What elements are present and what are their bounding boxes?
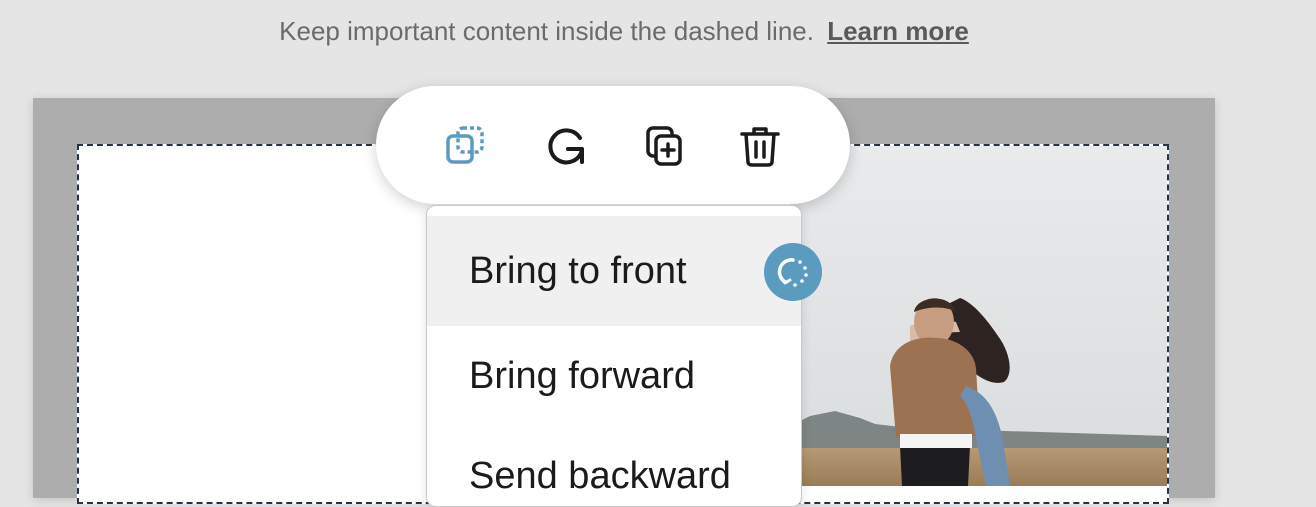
arrange-button[interactable] [436,116,496,176]
trash-icon [740,127,780,167]
rotate-button[interactable] [536,116,596,176]
loading-icon [777,258,808,287]
menu-item-send-backward[interactable]: Send backward [427,426,801,506]
menu-top-padding [427,206,801,216]
photo-element[interactable] [790,146,1167,486]
duplicate-button[interactable] [634,116,694,176]
menu-item-bring-to-front[interactable]: Bring to front [427,216,801,326]
delete-button[interactable] [730,116,790,176]
photo-image [790,146,1167,486]
hint-text: Keep important content inside the dashed… [279,16,814,46]
learn-more-link[interactable]: Learn more [827,16,969,46]
arrange-menu: Bring to front Bring forward Send backwa… [426,205,802,507]
menu-item-label: Send backward [469,454,731,497]
loading-spinner [764,243,822,301]
menu-item-label: Bring forward [469,354,695,397]
duplicate-icon [646,126,682,166]
safe-zone-hint: Keep important content inside the dashed… [0,16,1248,47]
menu-item-label: Bring to front [469,249,687,292]
arrange-layers-icon [446,126,484,164]
rotate-icon [548,128,584,165]
element-toolbar [376,86,850,204]
menu-item-bring-forward[interactable]: Bring forward [427,326,801,426]
